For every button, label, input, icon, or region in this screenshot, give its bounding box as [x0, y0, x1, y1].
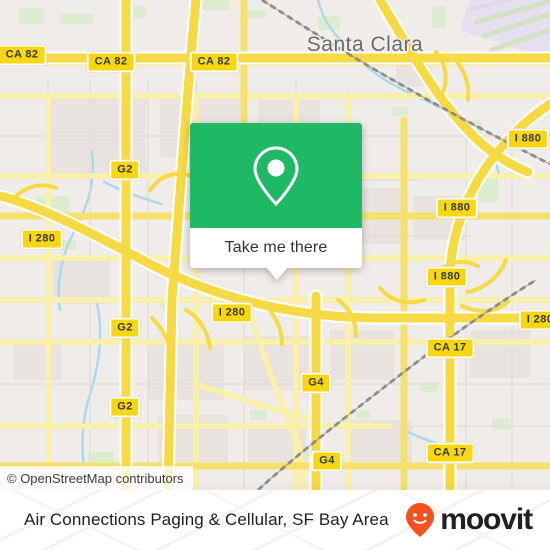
popup-header — [190, 123, 362, 228]
highway-shield[interactable]: CA 17 — [425, 442, 475, 464]
highway-shield[interactable]: I 280 — [518, 309, 550, 331]
highway-shield[interactable]: CA 17 — [425, 337, 475, 359]
moovit-brand[interactable]: moovit — [405, 490, 533, 550]
highway-shield[interactable]: I 280 — [20, 228, 64, 250]
footer-bar: Air Connections Paging & Cellular, SF Ba… — [0, 490, 550, 550]
place-label-santa-clara: Santa Clara — [306, 33, 424, 56]
map-pin-icon — [253, 145, 299, 206]
highway-shield[interactable]: G2 — [109, 317, 141, 339]
map-canvas[interactable]: Santa Clara CA 82 CA 82 CA 82 G2 I 880 I… — [0, 0, 550, 490]
map-attribution[interactable]: © OpenStreetMap contributors — [0, 466, 193, 490]
take-me-there-label: Take me there — [224, 239, 328, 256]
moovit-wordmark: moovit — [440, 503, 533, 536]
highway-shield[interactable]: CA 82 — [86, 51, 136, 73]
highway-shield[interactable]: G4 — [300, 372, 332, 394]
highway-shield[interactable]: CA 82 — [189, 51, 239, 73]
location-popup[interactable]: Take me there — [190, 123, 362, 280]
highway-shield[interactable]: I 880 — [425, 266, 469, 288]
highway-shield[interactable]: CA 82 — [0, 44, 47, 66]
popup-tail-pointer — [266, 267, 288, 280]
page-title: Air Connections Paging & Cellular, SF Ba… — [24, 510, 389, 529]
highway-shield[interactable]: G4 — [311, 450, 343, 472]
highway-shield[interactable]: I 880 — [435, 197, 479, 219]
highway-shield[interactable]: I 880 — [506, 128, 550, 150]
highway-shield[interactable]: I 280 — [210, 302, 254, 324]
highway-shield[interactable]: G2 — [109, 159, 141, 181]
popup-footer[interactable]: Take me there — [190, 228, 362, 280]
highway-shield[interactable]: G2 — [109, 396, 141, 418]
moovit-smiley-pin-icon — [406, 503, 435, 537]
